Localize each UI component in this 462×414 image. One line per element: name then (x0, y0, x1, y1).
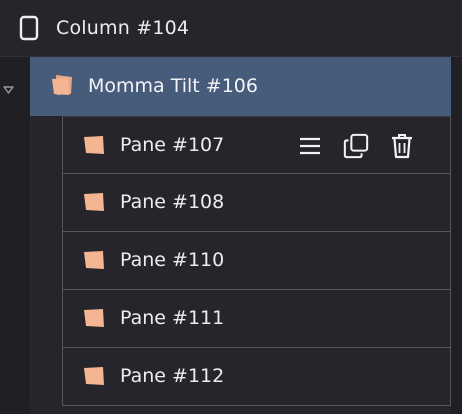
tree-row-pane[interactable]: Pane #112 (62, 348, 451, 406)
tree-row-column[interactable]: Column #104 (0, 0, 462, 57)
pane-label: Pane #108 (120, 191, 225, 213)
layer-tree-panel: Column #104 Momma Tilt #106 Pane #107 Pa… (0, 0, 462, 414)
tree-row-pane[interactable]: Pane #108 (62, 174, 451, 232)
pane-label: Pane #107 (120, 134, 225, 156)
tilt-panes-icon (50, 73, 74, 97)
pane-icon (83, 366, 105, 386)
column-label: Column #104 (56, 17, 190, 39)
panel-bottom (30, 406, 451, 414)
tree-indent-guide (30, 116, 31, 414)
row-actions (297, 131, 415, 161)
pane-label: Pane #111 (120, 307, 225, 329)
panel-edge (451, 57, 462, 414)
tree-row-pane[interactable]: Pane #111 (62, 290, 451, 348)
mobile-device-icon (19, 15, 39, 41)
group-label: Momma Tilt #106 (88, 75, 258, 97)
tree-row-pane[interactable]: Pane #110 (62, 232, 451, 290)
tree-row-group-selected[interactable]: Momma Tilt #106 (30, 57, 451, 116)
pane-icon (83, 250, 105, 270)
trash-icon[interactable] (389, 132, 415, 160)
tree-gutter (0, 57, 30, 414)
pane-label: Pane #112 (120, 365, 225, 387)
pane-icon (83, 135, 105, 155)
tree-row-pane[interactable]: Pane #107 (62, 116, 451, 174)
menu-icon[interactable] (297, 132, 323, 160)
duplicate-icon[interactable] (343, 132, 369, 160)
caret-down-icon[interactable] (3, 79, 14, 94)
pane-list: Pane #107 Pane #108 Pane #110 Pane #111 … (62, 116, 451, 406)
pane-label: Pane #110 (120, 249, 225, 271)
pane-icon (83, 308, 105, 328)
pane-icon (83, 192, 105, 212)
